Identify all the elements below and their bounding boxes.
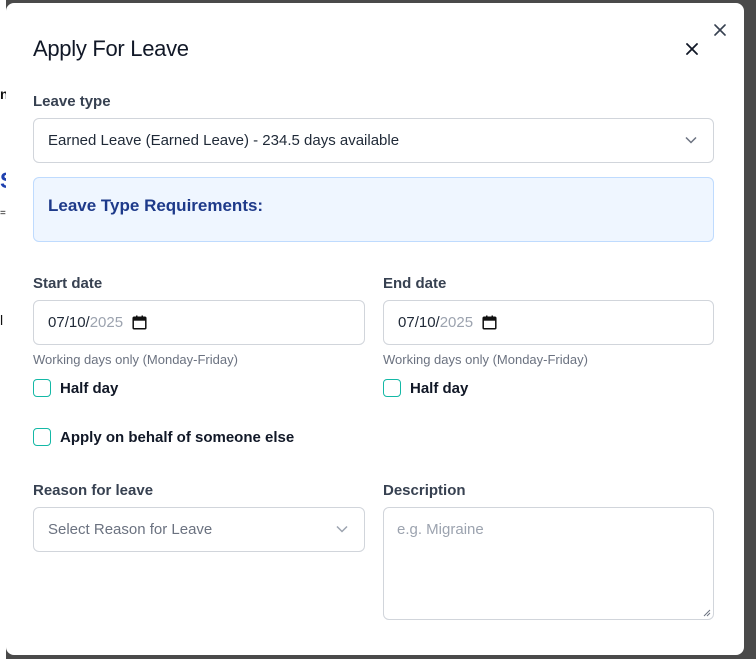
leave-type-select[interactable]: Earned Leave (Earned Leave) - 234.5 days… (33, 118, 714, 163)
behalf-checkbox[interactable] (33, 428, 51, 446)
leave-type-label: Leave type (33, 93, 111, 110)
reason-placeholder: Select Reason for Leave (48, 521, 213, 538)
requirements-info-box: Leave Type Requirements: (33, 177, 714, 242)
requirements-title: Leave Type Requirements: (48, 196, 264, 215)
description-label: Description (383, 482, 466, 499)
end-half-day-label: Half day (410, 380, 469, 397)
description-placeholder: e.g. Migraine (397, 521, 484, 538)
modal-title: Apply For Leave (33, 36, 189, 61)
end-half-day-checkbox[interactable] (383, 379, 401, 397)
start-date-month: 07 (48, 314, 65, 331)
start-date-hint: Working days only (Monday-Friday) (33, 352, 238, 367)
resize-handle-icon[interactable] (702, 608, 711, 617)
start-half-day-checkbox[interactable] (33, 379, 51, 397)
calendar-icon[interactable] (482, 315, 497, 330)
behalf-label: Apply on behalf of someone else (60, 429, 295, 446)
apply-leave-modal: Apply For Leave Leave type Earned Leave … (6, 3, 744, 655)
outer-close-button[interactable] (710, 20, 730, 40)
chevron-down-icon (685, 136, 697, 144)
end-date-month: 07 (398, 314, 415, 331)
close-icon (714, 24, 726, 36)
start-date-input[interactable]: 07/10/2025 (33, 300, 365, 345)
chevron-down-icon (336, 525, 348, 533)
end-date-hint: Working days only (Monday-Friday) (383, 352, 588, 367)
end-date-input[interactable]: 07/10/2025 (383, 300, 714, 345)
end-date-year: 2025 (439, 314, 474, 331)
close-icon (686, 43, 698, 55)
end-date-label: End date (383, 275, 447, 292)
start-date-label: Start date (33, 275, 103, 292)
reason-label: Reason for leave (33, 482, 154, 499)
leave-type-value: Earned Leave (Earned Leave) - 234.5 days… (48, 132, 400, 149)
start-half-day-label: Half day (60, 380, 119, 397)
start-date-year: 2025 (89, 314, 124, 331)
reason-select[interactable]: Select Reason for Leave (33, 507, 365, 552)
end-date-day: 10 (418, 314, 436, 331)
calendar-icon[interactable] (132, 315, 147, 330)
description-textarea[interactable]: e.g. Migraine (383, 507, 714, 620)
close-button[interactable] (682, 39, 702, 59)
start-date-day: 10 (68, 314, 86, 331)
